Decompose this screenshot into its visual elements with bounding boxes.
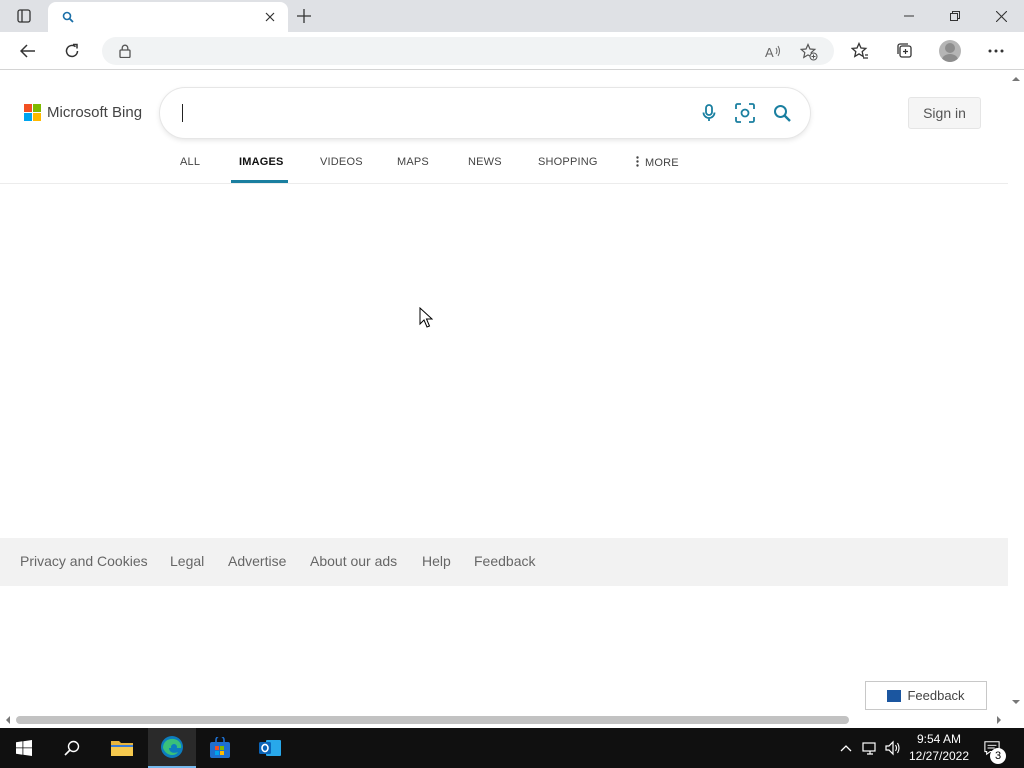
profile-avatar[interactable] <box>939 40 961 62</box>
search-box[interactable] <box>160 88 810 138</box>
windows-taskbar: 9:54 AM 12/27/2022 3 <box>0 728 1024 768</box>
file-explorer-icon[interactable] <box>98 728 146 768</box>
taskbar-search-icon[interactable] <box>48 728 96 768</box>
feedback-label: Feedback <box>907 688 965 703</box>
nav-all[interactable]: ALL <box>180 156 200 168</box>
browser-toolbar: A <box>0 32 1024 70</box>
outlook-icon[interactable] <box>246 728 294 768</box>
nav-more[interactable]: MORE <box>636 156 679 170</box>
scroll-up-arrow-icon[interactable] <box>1012 76 1020 82</box>
nav-maps[interactable]: MAPS <box>397 156 429 168</box>
horizontal-scrollbar[interactable] <box>0 712 1024 728</box>
scroll-right-arrow-icon[interactable] <box>996 716 1002 724</box>
footer-link-privacy[interactable]: Privacy and Cookies <box>20 553 148 569</box>
nav-shopping[interactable]: SHOPPING <box>538 156 598 168</box>
network-icon[interactable] <box>862 740 878 756</box>
clock-date: 12/27/2022 <box>908 749 970 763</box>
footer-link-about-ads[interactable]: About our ads <box>310 553 397 569</box>
close-window-icon[interactable] <box>978 0 1024 32</box>
footer-link-legal[interactable]: Legal <box>170 553 204 569</box>
tab-strip <box>0 0 1024 32</box>
new-tab-icon[interactable] <box>294 6 314 26</box>
add-favorite-icon[interactable] <box>800 43 818 61</box>
show-hidden-icons-chevron-icon[interactable] <box>838 740 854 756</box>
refresh-icon[interactable] <box>57 36 87 66</box>
more-dots-icon <box>636 156 639 170</box>
search-nav: ALL IMAGES VIDEOS MAPS NEWS SHOPPING MOR… <box>0 153 1008 184</box>
nav-videos[interactable]: VIDEOS <box>320 156 363 168</box>
active-tab-underline <box>231 180 288 183</box>
nav-news[interactable]: NEWS <box>468 156 502 168</box>
scroll-down-arrow-icon[interactable] <box>1012 699 1020 705</box>
footer-link-advertise[interactable]: Advertise <box>228 553 286 569</box>
restore-icon[interactable] <box>932 0 978 32</box>
favorites-icon[interactable] <box>845 36 875 66</box>
feedback-button[interactable]: Feedback <box>865 681 987 710</box>
minimize-icon[interactable] <box>886 0 932 32</box>
notification-count-badge: 3 <box>990 748 1006 764</box>
search-icon[interactable] <box>772 103 792 123</box>
sign-in-button[interactable]: Sign in <box>908 97 981 129</box>
system-clock[interactable]: 9:54 AM 12/27/2022 <box>904 731 974 765</box>
microphone-icon[interactable] <box>699 103 719 123</box>
vertical-scrollbar[interactable] <box>1008 71 1024 712</box>
feedback-icon <box>887 689 902 702</box>
settings-more-icon[interactable] <box>981 36 1011 66</box>
windows-start-icon[interactable] <box>0 728 48 768</box>
microsoft-store-icon[interactable] <box>196 728 244 768</box>
footer-link-help[interactable]: Help <box>422 553 451 569</box>
edge-browser-icon[interactable] <box>148 728 196 768</box>
clock-time: 9:54 AM <box>916 732 962 746</box>
visual-search-icon[interactable] <box>735 103 755 123</box>
footer-link-feedback[interactable]: Feedback <box>474 553 535 569</box>
address-bar[interactable]: A <box>102 37 834 65</box>
browser-tab[interactable] <box>48 2 288 32</box>
read-aloud-icon[interactable]: A <box>764 43 782 61</box>
logo-text: Microsoft Bing <box>47 104 143 121</box>
tab-actions-menu-icon[interactable] <box>8 6 40 26</box>
scroll-thumb[interactable] <box>16 716 849 724</box>
nav-images[interactable]: IMAGES <box>239 156 284 168</box>
svg-text:A: A <box>765 45 774 59</box>
mouse-pointer-icon <box>419 307 433 328</box>
back-arrow-icon[interactable] <box>13 36 43 66</box>
search-input[interactable] <box>181 104 183 124</box>
volume-icon[interactable] <box>885 740 901 756</box>
notification-count: 3 <box>994 750 1002 762</box>
microsoft-bing-logo[interactable]: Microsoft Bing <box>24 104 142 121</box>
search-favicon-icon <box>60 9 76 25</box>
footer: Privacy and Cookies Legal Advertise Abou… <box>0 538 1008 586</box>
microsoft-logo-icon <box>24 104 41 121</box>
text-caret <box>182 104 183 122</box>
scroll-left-arrow-icon[interactable] <box>5 716 11 724</box>
bing-page: Microsoft Bing Sign in ALL IMAGES VIDEOS… <box>0 71 1008 712</box>
nav-more-label: MORE <box>645 157 679 169</box>
lock-icon[interactable] <box>118 44 132 58</box>
tab-close-icon[interactable] <box>262 9 278 25</box>
collections-icon[interactable] <box>890 36 920 66</box>
